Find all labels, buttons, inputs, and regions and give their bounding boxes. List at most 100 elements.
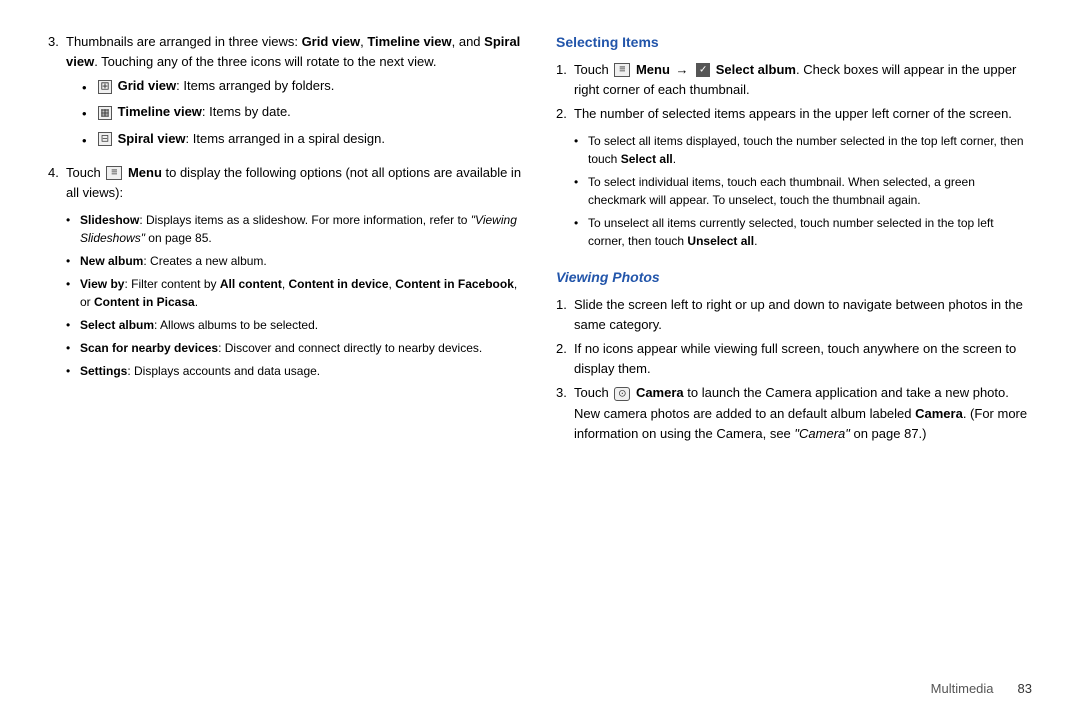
selecting-item-1: 1. Touch Menu → Select album. Check boxe… (556, 60, 1032, 100)
content-area: 3. Thumbnails are arranged in three view… (48, 32, 1032, 669)
timeline-icon (98, 106, 112, 120)
camera-link: "Camera" (794, 426, 849, 441)
timeline-view-bold: Timeline view (367, 34, 451, 49)
all-content-label: All content (220, 277, 282, 291)
scan-devices-label: Scan for nearby devices (80, 341, 218, 355)
sub-bullet-dot: • (574, 214, 582, 232)
view-type-list: • Grid view: Items arranged by folders. … (82, 76, 524, 150)
timeline-view-label: Timeline view (118, 104, 202, 119)
spiral-view-label: Spiral view (118, 131, 186, 146)
grid-view-bold: Grid view (302, 34, 361, 49)
content-in-device-label: Content in device (289, 277, 389, 291)
selecting-item-2: 2. The number of selected items appears … (556, 104, 1032, 255)
sub-bullet-dot: • (66, 339, 74, 357)
camera-album-label: Camera (915, 406, 963, 421)
select-all-label: Select all (621, 152, 673, 166)
slideshow-item: • Slideshow: Displays items as a slidesh… (66, 211, 524, 247)
select-all-text: To select all items displayed, touch the… (588, 132, 1032, 168)
select-album-label: Select album (80, 318, 154, 332)
sub-bullet-dot: • (66, 252, 74, 270)
slideshow-label: Slideshow (80, 213, 139, 227)
viewing-item-2: 2. If no icons appear while viewing full… (556, 339, 1032, 379)
bullet-dot: • (82, 104, 90, 124)
viewing-photos-section: Viewing Photos 1. Slide the screen left … (556, 267, 1032, 444)
unselect-all-text: To unselect all items currently selected… (588, 214, 1032, 250)
scan-devices-item: • Scan for nearby devices: Discover and … (66, 339, 524, 357)
arrow-icon: → (676, 62, 689, 77)
grid-view-label: Grid view (118, 78, 177, 93)
settings-label: Settings (80, 364, 127, 378)
select-album-item: • Select album: Allows albums to be sele… (66, 316, 524, 334)
menu-icon-right (614, 63, 630, 77)
item-3-content: Thumbnails are arranged in three views: … (66, 32, 524, 155)
camera-icon (614, 387, 630, 401)
spiral-icon (98, 132, 112, 146)
settings-text: Settings: Displays accounts and data usa… (80, 362, 320, 380)
grid-view-item: • Grid view: Items arranged by folders. (82, 76, 524, 98)
grid-view-text: Grid view: Items arranged by folders. (96, 76, 334, 96)
select-album-text: Select album: Allows albums to be select… (80, 316, 318, 334)
menu-icon (106, 166, 122, 180)
item-4-number: 4. (48, 163, 62, 385)
timeline-view-text: Timeline view: Items by date. (96, 102, 291, 122)
camera-label: Camera (636, 385, 684, 400)
footer: Multimedia 83 (48, 669, 1032, 696)
unselect-all-item: • To unselect all items currently select… (574, 214, 1032, 250)
viewing-item-1-number: 1. (556, 295, 570, 335)
sub-bullet-dot: • (66, 362, 74, 380)
selecting-items-section: Selecting Items 1. Touch Menu → Select a… (556, 32, 1032, 255)
item-4: 4. Touch Menu to display the following o… (48, 163, 524, 385)
viewing-item-2-content: If no icons appear while viewing full sc… (574, 339, 1032, 379)
selecting-item-2-number: 2. (556, 104, 570, 255)
unselect-all-label: Unselect all (687, 234, 754, 248)
sub-bullet-dot: • (66, 275, 74, 293)
right-column: Selecting Items 1. Touch Menu → Select a… (556, 32, 1032, 669)
viewing-item-3: 3. Touch Camera to launch the Camera app… (556, 383, 1032, 443)
spiral-view-bold: Spiral view (66, 34, 520, 69)
slideshow-text: Slideshow: Displays items as a slideshow… (80, 211, 524, 247)
selecting-sub-list: • To select all items displayed, touch t… (574, 132, 1032, 250)
new-album-label: New album (80, 254, 143, 268)
viewing-item-2-number: 2. (556, 339, 570, 379)
new-album-text: New album: Creates a new album. (80, 252, 267, 270)
settings-item: • Settings: Displays accounts and data u… (66, 362, 524, 380)
grid-icon (98, 80, 112, 94)
menu-label: Menu (128, 165, 162, 180)
spiral-view-item: • Spiral view: Items arranged in a spira… (82, 129, 524, 151)
slideshow-link: "Viewing Slideshows" (80, 213, 517, 245)
item-3-number: 3. (48, 32, 62, 155)
left-column: 3. Thumbnails are arranged in three view… (48, 32, 524, 669)
select-individual-item: • To select individual items, touch each… (574, 173, 1032, 209)
viewing-photos-title: Viewing Photos (556, 267, 1032, 289)
sub-bullet-dot: • (66, 316, 74, 334)
viewing-item-3-number: 3. (556, 383, 570, 443)
select-album-label-right: Select album (716, 62, 796, 77)
sub-bullet-dot: • (66, 211, 74, 229)
viewing-item-1-content: Slide the screen left to right or up and… (574, 295, 1032, 335)
view-by-label: View by (80, 277, 124, 291)
item-4-content: Touch Menu to display the following opti… (66, 163, 524, 385)
content-in-facebook-label: Content in Facebook (395, 277, 514, 291)
selecting-item-1-number: 1. (556, 60, 570, 100)
timeline-view-item: • Timeline view: Items by date. (82, 102, 524, 124)
bullet-dot: • (82, 131, 90, 151)
selecting-items-title: Selecting Items (556, 32, 1032, 54)
view-by-item: • View by: Filter content by All content… (66, 275, 524, 311)
footer-section: Multimedia (931, 681, 994, 696)
select-all-item: • To select all items displayed, touch t… (574, 132, 1032, 168)
new-album-item: • New album: Creates a new album. (66, 252, 524, 270)
footer-page-number: 83 (1018, 681, 1032, 696)
content-in-picasa-label: Content in Picasa (94, 295, 195, 309)
menu-options-list: • Slideshow: Displays items as a slidesh… (66, 211, 524, 380)
sub-bullet-dot: • (574, 173, 582, 191)
item-3: 3. Thumbnails are arranged in three view… (48, 32, 524, 155)
view-by-text: View by: Filter content by All content, … (80, 275, 524, 311)
menu-label-right: Menu (636, 62, 670, 77)
check-icon (696, 63, 710, 77)
spiral-view-text: Spiral view: Items arranged in a spiral … (96, 129, 385, 149)
scan-devices-text: Scan for nearby devices: Discover and co… (80, 339, 482, 357)
sub-bullet-dot: • (574, 132, 582, 150)
select-individual-text: To select individual items, touch each t… (588, 173, 1032, 209)
page-container: 3. Thumbnails are arranged in three view… (0, 0, 1080, 720)
viewing-item-3-content: Touch Camera to launch the Camera applic… (574, 383, 1032, 443)
